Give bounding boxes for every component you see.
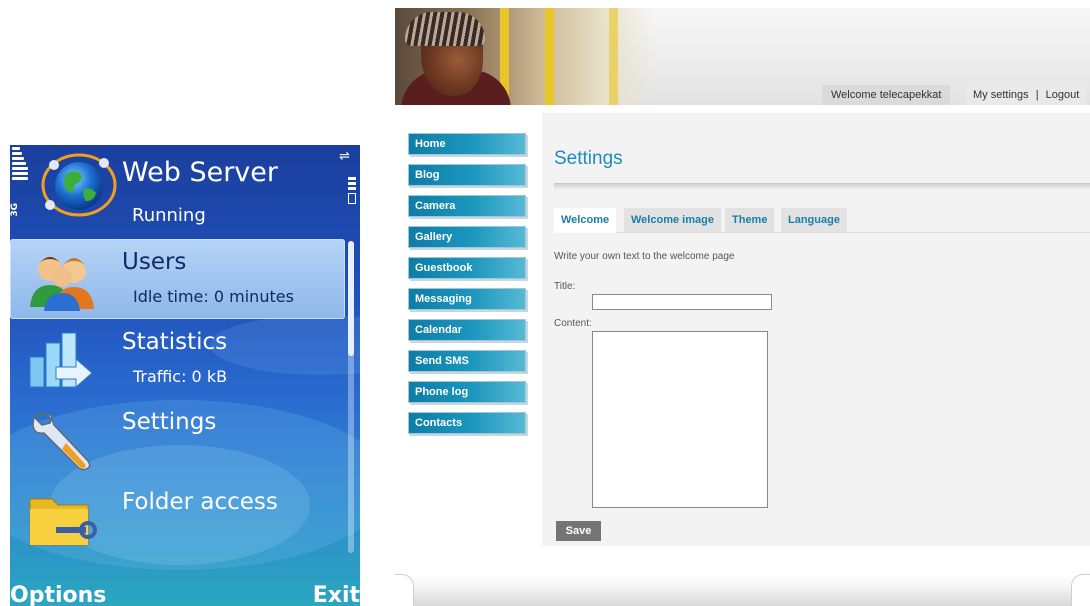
settings-panel: Settings Welcome Welcome image Theme Lan… [542, 113, 1090, 546]
nav-item-gallery[interactable]: Gallery [408, 226, 526, 248]
account-links: My settings | Logout [966, 85, 1087, 105]
menu-item-label: Statistics [122, 329, 228, 355]
header-banner: Welcome telecapekkat My settings | Logou… [395, 8, 1090, 105]
nav-item-contacts[interactable]: Contacts [408, 412, 526, 434]
web-page: Welcome telecapekkat My settings | Logou… [395, 8, 1090, 606]
phone-screen: 3G ⇌ Web Server Running Users Idle time:… [10, 145, 360, 606]
tab-welcome[interactable]: Welcome [554, 208, 617, 233]
network-type-indicator: 3G [10, 203, 20, 217]
web-server-globe-icon [41, 153, 117, 217]
nav-item-calendar[interactable]: Calendar [408, 319, 526, 341]
menu-item-label: Users [122, 249, 187, 275]
my-settings-link[interactable]: My settings [973, 89, 1029, 101]
page-footer [395, 574, 1090, 606]
options-softkey[interactable]: Options [10, 583, 106, 606]
statistics-icon [29, 332, 93, 389]
menu-item-settings[interactable]: Settings [10, 399, 345, 479]
menu-item-users[interactable]: Users Idle time: 0 minutes [10, 239, 345, 319]
content-label: Content: [554, 318, 592, 329]
exit-softkey[interactable]: Exit [313, 583, 360, 606]
signal-strength-icon [12, 147, 28, 182]
welcome-instructions: Write your own text to the welcome page [554, 251, 735, 262]
tab-theme[interactable]: Theme [725, 208, 775, 232]
usb-connection-icon: ⇌ [339, 149, 350, 164]
sidebar-nav: Home Blog Camera Gallery Guestbook Messa… [408, 133, 526, 443]
tab-language[interactable]: Language [781, 208, 847, 232]
welcome-user-label: Welcome telecapekkat [822, 85, 951, 105]
app-status: Running [132, 205, 206, 226]
users-icon [30, 257, 94, 311]
page-title: Settings [554, 148, 623, 169]
folder-key-icon [29, 498, 97, 546]
title-label: Title: [554, 281, 576, 292]
menu-item-subtitle: Traffic: 0 kB [133, 367, 228, 386]
content-textarea[interactable] [592, 331, 768, 508]
wrench-icon [32, 413, 91, 471]
menu-item-subtitle: Idle time: 0 minutes [133, 287, 294, 306]
nav-item-send-sms[interactable]: Send SMS [408, 350, 526, 372]
scrollbar[interactable] [348, 241, 354, 553]
nav-item-guestbook[interactable]: Guestbook [408, 257, 526, 279]
title-input[interactable] [592, 294, 772, 310]
scrollbar-thumb[interactable] [348, 241, 354, 356]
battery-icon [348, 177, 356, 204]
menu-item-label: Folder access [122, 489, 278, 515]
settings-tabs: Welcome Welcome image Theme Language [554, 208, 1090, 233]
nav-item-phone-log[interactable]: Phone log [408, 381, 526, 403]
nav-item-blog[interactable]: Blog [408, 164, 526, 186]
tab-welcome-image[interactable]: Welcome image [624, 208, 721, 232]
nav-item-messaging[interactable]: Messaging [408, 288, 526, 310]
nav-item-home[interactable]: Home [408, 133, 526, 155]
menu-item-label: Settings [122, 409, 217, 435]
title-divider [554, 183, 1090, 190]
menu-item-folder-access[interactable]: Folder access [10, 479, 345, 559]
nav-item-camera[interactable]: Camera [408, 195, 526, 217]
logout-link[interactable]: Logout [1046, 89, 1080, 101]
banner-photo [395, 8, 655, 105]
separator: | [1035, 89, 1039, 101]
save-button[interactable]: Save [556, 521, 601, 541]
app-title: Web Server [122, 157, 278, 188]
menu-item-statistics[interactable]: Statistics Traffic: 0 kB [10, 319, 345, 399]
